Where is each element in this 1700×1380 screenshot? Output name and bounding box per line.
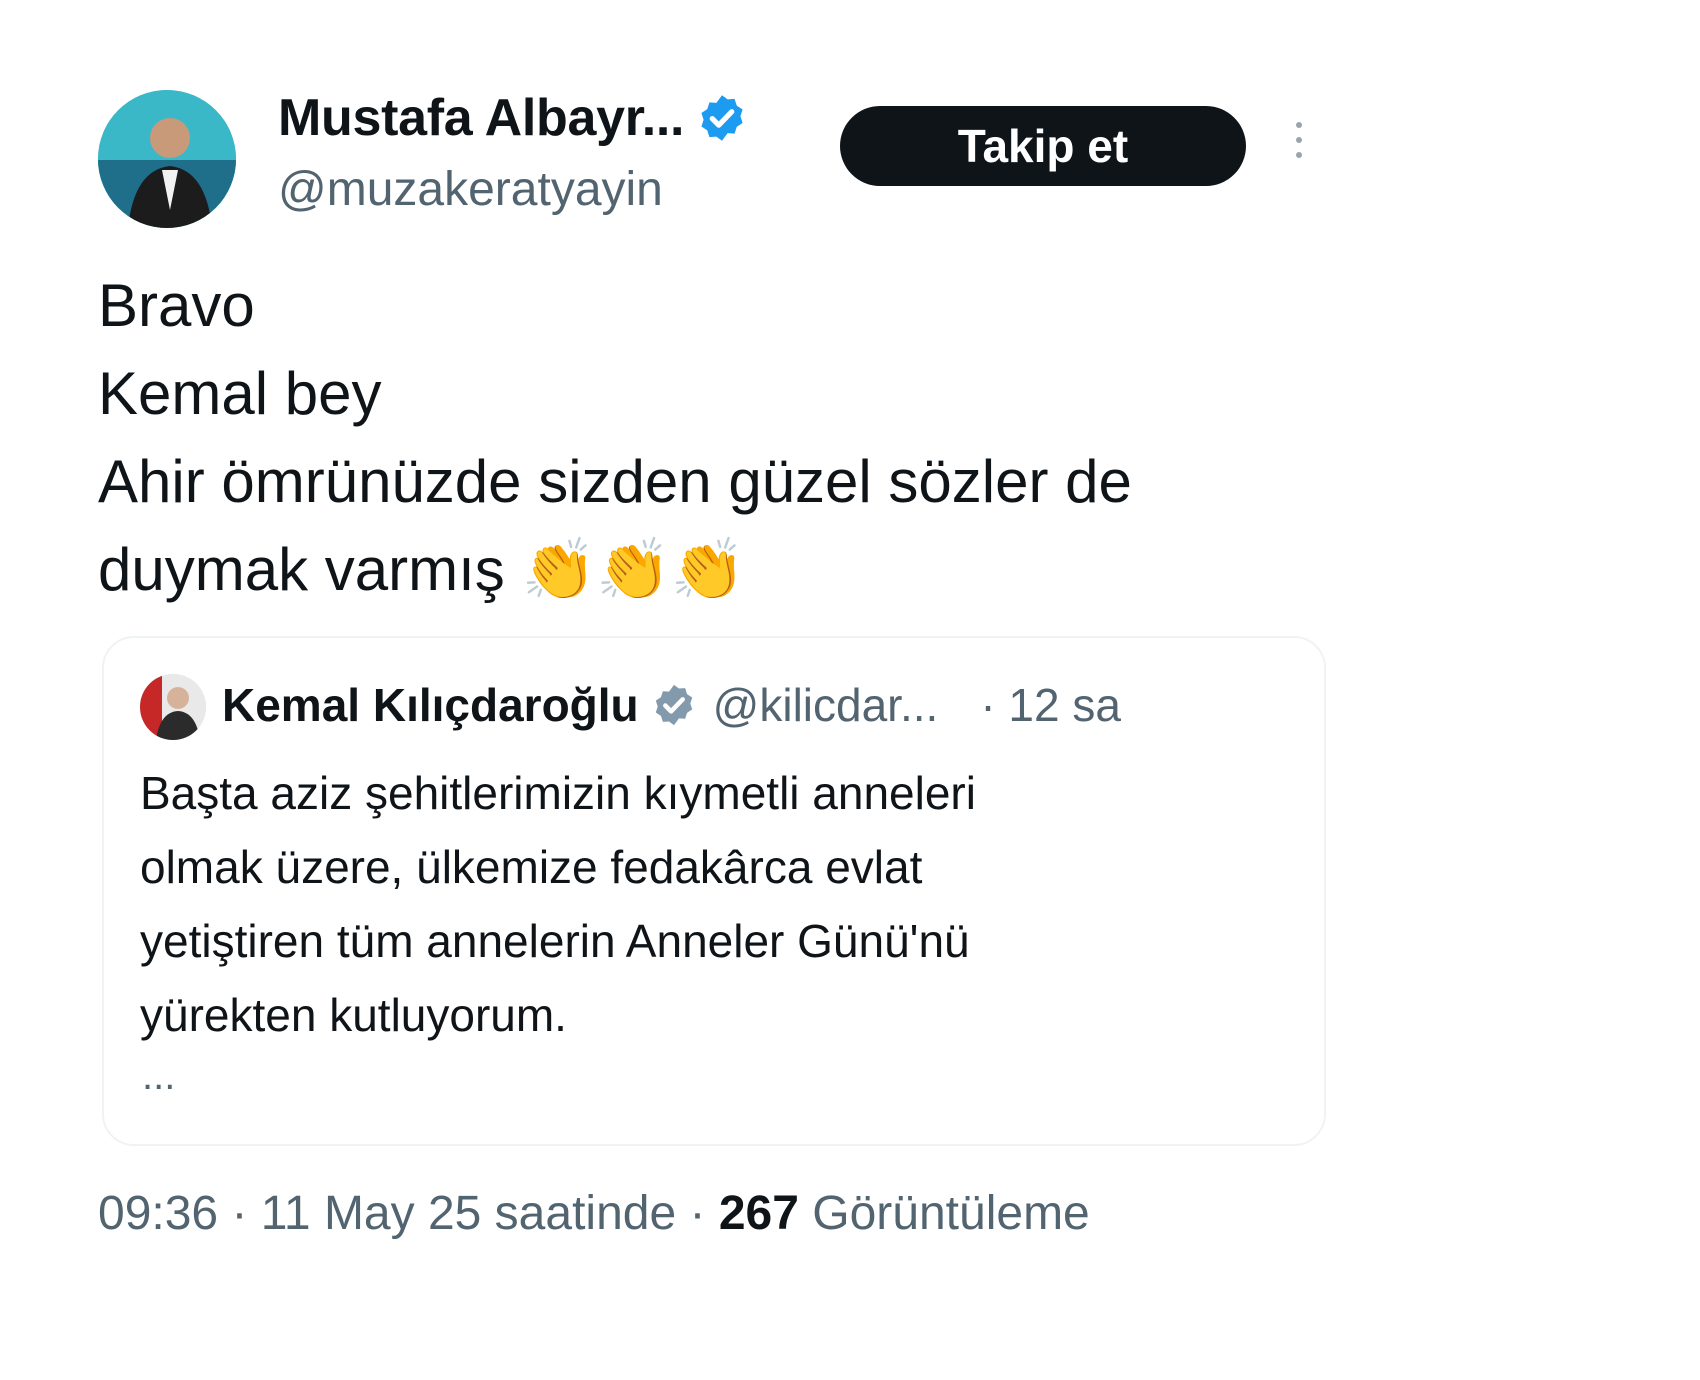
follow-button[interactable]: Takip et xyxy=(840,106,1246,186)
quoted-author-handle[interactable]: @kilicdar... xyxy=(713,678,939,732)
tweet-text-line: Ahir ömrünüzde sizden güzel sözler de xyxy=(98,448,1132,515)
view-count: 267 xyxy=(718,1187,799,1240)
verified-badge-icon xyxy=(655,684,692,726)
quoted-text-line: olmak üzere, ülkemize fedakârca evlat xyxy=(140,841,923,893)
quoted-author-name[interactable]: Kemal Kılıçdaroğlu xyxy=(222,678,639,732)
author-avatar[interactable] xyxy=(98,90,236,228)
quoted-text-line: yetiştiren tüm annelerin Anneler Günü'nü xyxy=(140,915,970,967)
author-handle[interactable]: @muzakeratyayin xyxy=(278,162,663,217)
quoted-timestamp[interactable]: · 12 sa xyxy=(980,678,1121,732)
tweet-text: Bravo Kemal bey Ahir ömrünüzde sizden gü… xyxy=(98,262,1132,614)
quoted-author-avatar[interactable] xyxy=(140,674,206,740)
author-avatar-image xyxy=(98,90,236,228)
tweet-text-line-last: duymak varmış 👏👏👏 xyxy=(98,526,1132,614)
quoted-header: Kemal Kılıçdaroğlu @kilicdar... · 12 sa xyxy=(222,678,1121,732)
tweet-text-line: Kemal bey xyxy=(98,360,382,427)
quoted-tweet[interactable]: Kemal Kılıçdaroğlu @kilicdar... · 12 sa … xyxy=(102,636,1326,1146)
tweet-meta: 09:36 · 11 May 25 saatinde · 267 Görüntü… xyxy=(98,1186,1090,1241)
quoted-text-line: yürekten kutluyorum. xyxy=(140,989,567,1041)
more-vertical-icon[interactable] xyxy=(1292,122,1306,172)
author-name-row: Mustafa Albayr... xyxy=(278,88,748,148)
quoted-avatar-image xyxy=(140,674,206,740)
quoted-show-more[interactable]: ... xyxy=(142,1054,175,1099)
tweet: Mustafa Albayr... @muzakeratyayin Takip … xyxy=(0,0,1700,1380)
tweet-text-line: duymak varmış xyxy=(98,536,505,603)
author-name[interactable]: Mustafa Albayr... xyxy=(278,88,685,148)
view-label: Görüntüleme xyxy=(812,1187,1090,1240)
clapping-hands-icon: 👏👏👏 xyxy=(521,536,746,603)
quoted-text-line: Başta aziz şehitlerimizin kıymetli annel… xyxy=(140,767,976,819)
tweet-text-line: Bravo xyxy=(98,272,255,339)
tweet-timestamp[interactable]: 09:36 · 11 May 25 saatinde · xyxy=(98,1187,705,1240)
quoted-text: Başta aziz şehitlerimizin kıymetli annel… xyxy=(140,756,1260,1052)
verified-badge-icon xyxy=(701,95,743,141)
